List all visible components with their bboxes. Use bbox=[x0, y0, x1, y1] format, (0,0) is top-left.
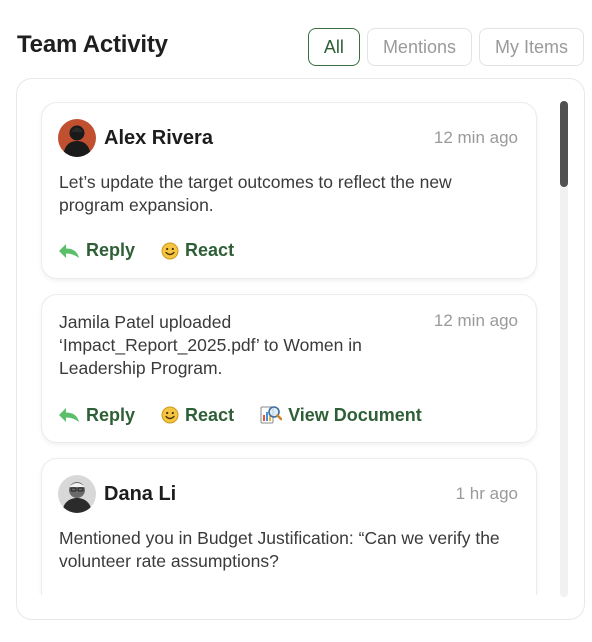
avatar bbox=[58, 475, 96, 513]
react-button[interactable]: React bbox=[161, 405, 234, 426]
reply-arrow-icon bbox=[59, 243, 79, 258]
filter-my-items-button[interactable]: My Items bbox=[478, 28, 584, 66]
avatar-image bbox=[58, 119, 96, 157]
smiley-icon bbox=[161, 242, 179, 259]
avatar-image bbox=[58, 475, 96, 513]
filter-tabs: All Mentions My Items bbox=[307, 28, 584, 66]
activity-feed-list[interactable]: Alex Rivera 12 min ago Let’s update the … bbox=[17, 79, 562, 595]
timestamp: 1 hr ago bbox=[455, 484, 518, 503]
reply-arrow-icon bbox=[59, 408, 79, 422]
activity-actions: Reply React bbox=[58, 240, 234, 261]
author-name[interactable]: Dana Li bbox=[104, 483, 176, 506]
activity-card-header: Alex Rivera 12 min ago bbox=[58, 119, 518, 157]
view-document-label: View Document bbox=[288, 404, 422, 425]
author-name[interactable]: Alex Rivera bbox=[104, 127, 213, 150]
activity-card-header: Dana Li 1 hr ago bbox=[58, 475, 518, 513]
react-label: React bbox=[185, 240, 235, 260]
document-search-icon bbox=[260, 406, 283, 424]
header: Team Activity All Mentions My Items bbox=[0, 0, 592, 80]
activity-message: Mentioned you in Budget Justification: “… bbox=[59, 528, 500, 571]
reply-label: Reply bbox=[86, 404, 136, 425]
reply-button[interactable]: Reply bbox=[58, 405, 135, 426]
view-document-button[interactable]: View Document bbox=[260, 404, 422, 426]
page-title: Team Activity bbox=[17, 31, 168, 58]
reply-button[interactable]: Reply bbox=[58, 240, 135, 261]
activity-card: Dana Li 1 hr ago Mentioned you in Budget… bbox=[41, 458, 537, 595]
react-label: React bbox=[185, 404, 235, 425]
timestamp: 12 min ago bbox=[433, 128, 518, 147]
activity-message: Jamila Patel uploaded ‘Impact_Report_202… bbox=[59, 312, 362, 378]
activity-message: Let’s update the target outcomes to refl… bbox=[59, 172, 452, 215]
react-button[interactable]: React bbox=[161, 240, 234, 261]
filter-mentions-button[interactable]: Mentions bbox=[366, 28, 472, 66]
smiley-icon bbox=[161, 406, 179, 424]
timestamp: 12 min ago bbox=[433, 311, 518, 330]
scrollbar-thumb[interactable] bbox=[560, 101, 568, 187]
avatar bbox=[58, 119, 96, 157]
activity-feed-panel: Alex Rivera 12 min ago Let’s update the … bbox=[16, 78, 585, 620]
activity-card: Jamila Patel uploaded ‘Impact_Report_202… bbox=[41, 294, 537, 443]
activity-card: Alex Rivera 12 min ago Let’s update the … bbox=[41, 102, 537, 279]
filter-all-button[interactable]: All bbox=[307, 28, 360, 66]
scrollbar[interactable] bbox=[560, 101, 568, 597]
activity-actions: Reply React bbox=[58, 404, 422, 426]
reply-label: Reply bbox=[86, 240, 136, 260]
